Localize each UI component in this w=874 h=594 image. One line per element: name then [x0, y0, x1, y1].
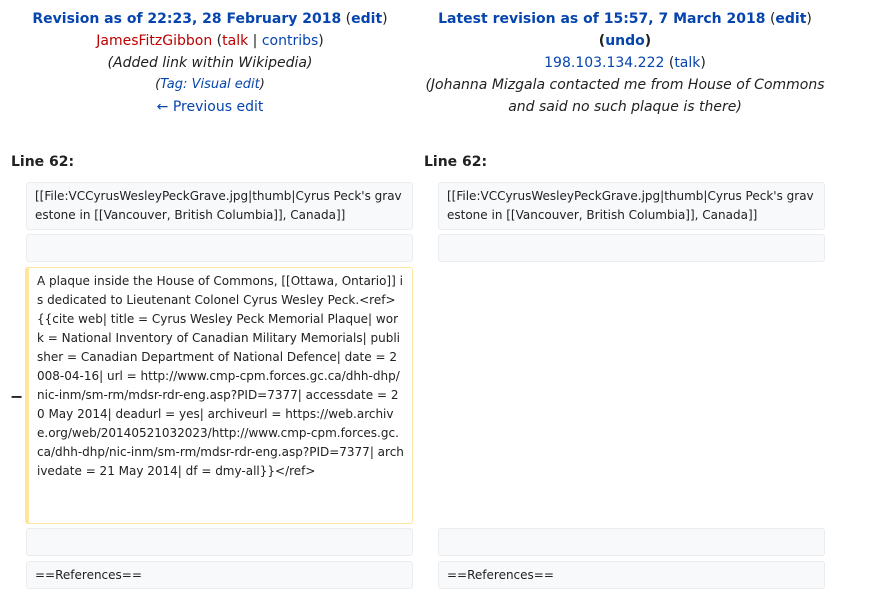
- right-context-line: [[File:VCCyrusWesleyPeckGrave.jpg|thumb|…: [438, 182, 825, 230]
- deleted-line: A plaque inside the House of Commons, [[…: [25, 267, 413, 524]
- right-revision-title-link[interactable]: Latest revision as of 15:57, 7 March 201…: [438, 11, 765, 27]
- right-references-line: ==References==: [438, 561, 825, 589]
- ip-talk-link[interactable]: talk: [674, 55, 700, 71]
- left-context-line: [[File:VCCyrusWesleyPeckGrave.jpg|thumb|…: [26, 182, 413, 230]
- right-edit-link[interactable]: edit: [775, 11, 806, 27]
- left-user-contribs-link[interactable]: contribs: [262, 33, 318, 49]
- right-line-number: Line 62:: [424, 154, 488, 170]
- left-user-link[interactable]: JamesFitzGibbon: [96, 33, 212, 49]
- previous-edit-link[interactable]: ← Previous edit: [157, 99, 264, 115]
- left-user-talk-link[interactable]: talk: [222, 33, 248, 49]
- tag-label-link[interactable]: Tag:: [160, 77, 187, 92]
- right-empty-context-line: [438, 234, 825, 262]
- left-revision-title-link[interactable]: Revision as of 22:23, 28 February 2018: [32, 11, 341, 27]
- left-revision-header: Revision as of 22:23, 28 February 2018 (…: [0, 8, 420, 118]
- undo-link[interactable]: undo: [605, 33, 645, 49]
- ip-contribs-link[interactable]: 198.103.134.222: [544, 55, 664, 71]
- left-edit-summary: (Added link within Wikipedia): [107, 55, 313, 71]
- left-empty-context-line-2: [26, 528, 413, 556]
- right-empty-context-line-2: [438, 528, 825, 556]
- right-edit-summary-line1: (Johanna Mizgala contacted me from House…: [425, 77, 825, 93]
- tag-name: Visual edit: [191, 77, 260, 92]
- separator: |: [252, 33, 258, 49]
- left-empty-context-line: [26, 234, 413, 262]
- right-edit-summary-line2: and said no such plaque is there): [508, 99, 742, 115]
- left-line-number: Line 62:: [11, 154, 75, 170]
- left-edit-link[interactable]: edit: [351, 11, 382, 27]
- left-references-line: ==References==: [26, 561, 413, 589]
- left-tag-line: (Tag: Visual edit): [155, 77, 265, 92]
- right-revision-header: Latest revision as of 15:57, 7 March 201…: [415, 8, 835, 118]
- deleted-line-marker: −: [10, 387, 24, 406]
